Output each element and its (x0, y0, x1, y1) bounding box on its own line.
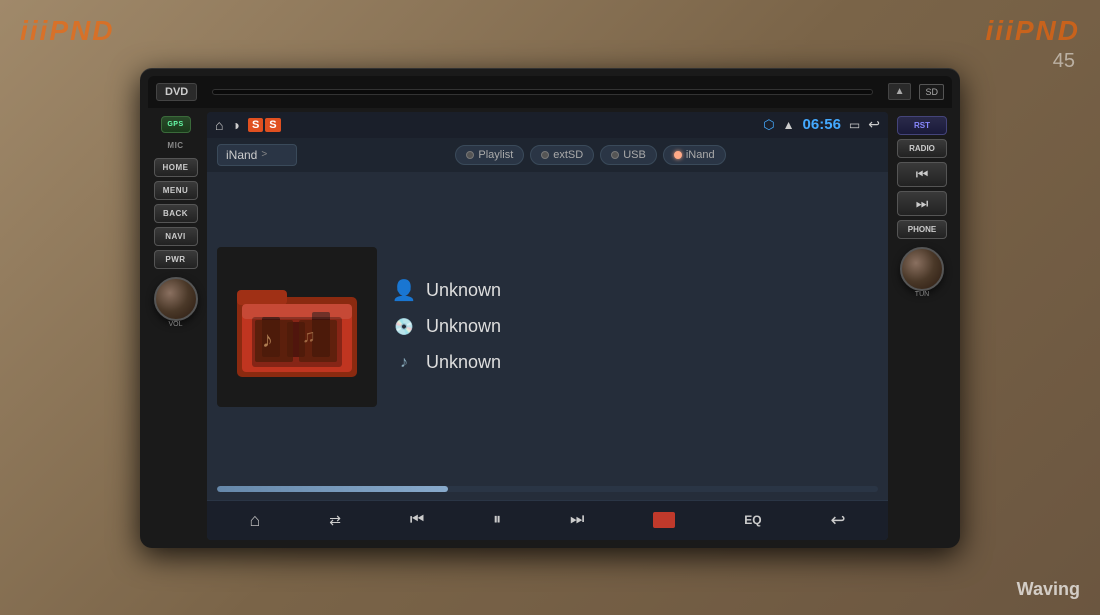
usb-dot (611, 151, 619, 159)
artist-text: Unknown (426, 280, 501, 301)
top-right-number: 45 (1053, 50, 1075, 73)
home-ctrl-button[interactable]: ⌂ (243, 506, 266, 535)
album-art: ♪ ♫ (217, 247, 377, 407)
title-icon: ♪ (392, 351, 416, 375)
right-side-buttons: RST RADIO ⏮ ⏭ PHONE TUN (892, 112, 952, 540)
title-row: ♪ Unknown (392, 351, 878, 375)
main-screen: ⌂ ◑ S S ⬡ ▲ 06:56 ▭ ↩ (207, 112, 888, 540)
brightness-icon: ◑ (231, 117, 239, 133)
album-row: 💿 Unknown (392, 315, 878, 339)
home-status-icon[interactable]: ⌂ (215, 117, 223, 133)
gps-button[interactable]: GPS (161, 116, 191, 133)
back-status-icon[interactable]: ↩ (868, 116, 880, 133)
prev-track-button[interactable]: ⏮ (897, 162, 947, 187)
title-text: Unknown (426, 352, 501, 373)
tun-knob[interactable] (900, 247, 944, 291)
album-text: Unknown (426, 316, 501, 337)
pwr-side-button[interactable]: PWR (154, 250, 198, 269)
ss-badge: S S (248, 118, 281, 132)
inand-dot (674, 151, 682, 159)
home-side-button[interactable]: HOME (154, 158, 198, 177)
ss-box-2: S (265, 118, 280, 132)
rst-button[interactable]: RST (897, 116, 947, 135)
play-pause-button[interactable]: ⏸ (487, 507, 507, 533)
progress-bar-fill (217, 486, 448, 492)
progress-section (207, 482, 888, 500)
tab-usb[interactable]: USB (600, 145, 657, 165)
outer-background: iiiPND iiiPND Waving 45 DVD ▲ SD GPS MIC… (0, 0, 1100, 615)
music-player: iNand > Playlist extSD (207, 138, 888, 540)
album-icon: 💿 (392, 315, 416, 339)
back-side-button[interactable]: BACK (154, 204, 198, 223)
navi-side-button[interactable]: NAVI (154, 227, 198, 246)
time-display: 06:56 (803, 116, 841, 133)
phone-button[interactable]: PHONE (897, 220, 947, 239)
usb-label: USB (623, 149, 646, 161)
eq-button[interactable]: EQ (738, 509, 767, 531)
track-info: 👤 Unknown 💿 Unknown ♪ Unknown (392, 279, 878, 375)
stop-icon (653, 512, 675, 528)
inand-tab-label: iNand (686, 149, 715, 161)
progress-bar-container[interactable] (217, 486, 878, 492)
watermark-left: iiiPND (20, 15, 114, 47)
inand-folder-selector[interactable]: iNand > (217, 144, 297, 166)
folder-art-svg: ♪ ♫ (227, 262, 367, 392)
watermark-right: iiiPND (986, 15, 1080, 47)
sd-label: SD (919, 84, 944, 100)
svg-text:♫: ♫ (302, 326, 316, 346)
artist-row: 👤 Unknown (392, 279, 878, 303)
radio-button[interactable]: RADIO (897, 139, 947, 158)
watermark-bottom-right: Waving (1017, 579, 1080, 600)
back-ctrl-button[interactable]: ↩ (824, 506, 851, 535)
ss-box-1: S (248, 118, 263, 132)
bluetooth-icon: ⬡ (763, 117, 774, 133)
vol-label: VOL (154, 321, 198, 328)
playlist-dot (466, 151, 474, 159)
dvd-slot (212, 89, 872, 95)
next-button[interactable]: ⏭ (564, 507, 590, 533)
left-side-buttons: GPS MIC HOME MENU BACK NAVI PWR VOL (148, 112, 203, 540)
source-tabs-container: Playlist extSD USB (303, 145, 878, 165)
extsd-label: extSD (553, 149, 583, 161)
playback-controls: ⌂ ⇄ ⏮ ⏸ ⏭ EQ ↩ (207, 500, 888, 540)
playlist-label: Playlist (478, 149, 513, 161)
folder-arrow: > (261, 149, 267, 160)
svg-text:♪: ♪ (262, 327, 273, 352)
eject-button[interactable]: ▲ (888, 83, 912, 100)
shuffle-button[interactable]: ⇄ (323, 508, 347, 533)
car-head-unit: DVD ▲ SD GPS MIC HOME MENU BACK NAVI PWR… (140, 68, 960, 548)
tab-playlist[interactable]: Playlist (455, 145, 524, 165)
screen-mirror-icon: ▭ (849, 118, 860, 132)
stop-button[interactable] (647, 508, 681, 532)
menu-side-button[interactable]: MENU (154, 181, 198, 200)
mic-label: MIC (161, 137, 191, 154)
next-track-button[interactable]: ⏭ (897, 191, 947, 216)
device-body: GPS MIC HOME MENU BACK NAVI PWR VOL ⌂ ◑ (148, 112, 952, 540)
android-status-bar: ⌂ ◑ S S ⬡ ▲ 06:56 ▭ ↩ (207, 112, 888, 138)
extsd-dot (541, 151, 549, 159)
tun-label: TUN (900, 291, 944, 298)
prev-button[interactable]: ⏮ (404, 507, 430, 533)
vol-knob[interactable] (154, 277, 198, 321)
tab-inand[interactable]: iNand (663, 145, 726, 165)
wifi-icon: ▲ (783, 118, 795, 132)
artist-icon: 👤 (392, 279, 416, 303)
dvd-label: DVD (156, 83, 197, 101)
tab-extsd[interactable]: extSD (530, 145, 594, 165)
player-content: ♪ ♫ 👤 Unknown 💿 Un (207, 172, 888, 482)
dvd-top-bar: DVD ▲ SD (148, 76, 952, 108)
source-bar: iNand > Playlist extSD (207, 138, 888, 172)
folder-name: iNand (226, 148, 257, 162)
